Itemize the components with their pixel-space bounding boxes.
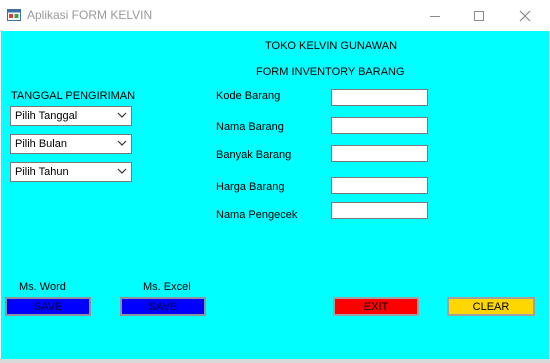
maximize-icon [474,10,484,21]
kode-barang-label: Kode Barang [216,90,281,102]
banyak-barang-label: Banyak Barang [216,149,292,161]
ms-word-label: Ms. Word [19,281,66,293]
app-window: Aplikasi FORM KELVIN TOKO KELVIN GUNAWAN… [0,0,550,363]
month-dropdown[interactable]: Pilih Bulan [10,134,132,154]
save-excel-button[interactable]: SAVE [120,297,206,316]
shipping-date-label: TANGGAL PENGIRIMAN [11,90,136,102]
window-title: Aplikasi FORM KELVIN [27,8,153,22]
year-dropdown[interactable]: Pilih Tahun [10,162,132,182]
maximize-button[interactable] [456,0,502,31]
date-dropdown[interactable]: Pilih Tanggal [10,106,132,126]
title-bar[interactable]: Aplikasi FORM KELVIN [0,0,550,31]
banyak-barang-input[interactable] [331,145,428,162]
nama-pengecek-input[interactable] [331,202,428,219]
minimize-button[interactable] [412,0,458,31]
form-title-heading: FORM INVENTORY BARANG [256,66,405,78]
date-dropdown-value: Pilih Tanggal [15,110,78,122]
clear-button[interactable]: CLEAR [447,297,535,316]
app-icon [7,9,21,21]
form-client-area: TOKO KELVIN GUNAWAN FORM INVENTORY BARAN… [1,31,549,359]
kode-barang-input[interactable] [331,89,428,106]
nama-barang-label: Nama Barang [216,121,284,133]
chevron-down-icon [117,168,127,174]
harga-barang-label: Harga Barang [216,181,285,193]
nama-pengecek-label: Nama Pengecek [216,209,298,221]
nama-barang-input[interactable] [331,117,428,134]
year-dropdown-value: Pilih Tahun [15,166,69,178]
store-name-heading: TOKO KELVIN GUNAWAN [265,40,398,52]
close-button[interactable] [502,0,548,31]
chevron-down-icon [117,112,127,118]
exit-button[interactable]: EXIT [333,297,419,316]
harga-barang-input[interactable] [331,177,428,194]
save-word-button[interactable]: SAVE [5,297,91,316]
minimize-icon [430,15,440,17]
chevron-down-icon [117,140,127,146]
month-dropdown-value: Pilih Bulan [15,138,67,150]
ms-excel-label: Ms. Excel [143,281,191,293]
close-icon [519,10,531,21]
window-bottom-edge [0,359,550,363]
